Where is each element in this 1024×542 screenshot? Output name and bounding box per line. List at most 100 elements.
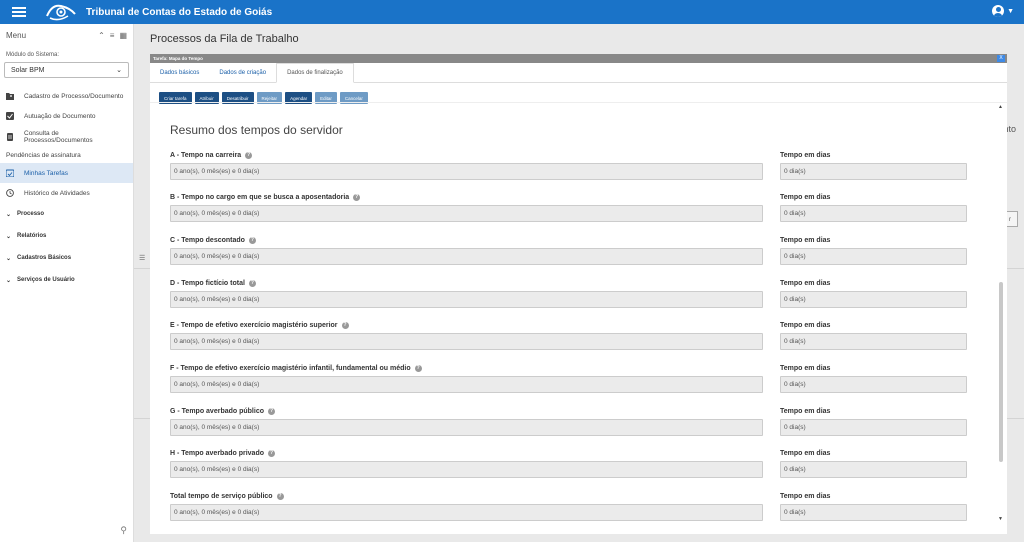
tab-dados-criacao[interactable]: Dados de criação — [209, 63, 276, 82]
field-row-total: Total tempo de serviço público? 0 ano(s)… — [170, 493, 970, 533]
sidebar-item-minhas-tarefas[interactable]: Minhas Tarefas — [0, 163, 133, 183]
scroll-down-icon[interactable]: ▼ — [998, 516, 1003, 522]
sidebar-group-processo[interactable]: ⌄ Processo — [0, 203, 133, 225]
time-field[interactable]: 0 ano(s), 0 mês(es) e 0 dia(s) — [170, 248, 763, 265]
days-label: Tempo em dias — [780, 152, 831, 159]
days-field[interactable]: 0 dia(s) — [780, 504, 967, 521]
time-field[interactable]: 0 ano(s), 0 mês(es) e 0 dia(s) — [170, 291, 763, 308]
chevron-down-icon: ⌄ — [6, 255, 12, 262]
help-icon[interactable]: ? — [248, 280, 256, 287]
sidebar: Menu ⌃ ≡ ▦ Módulo do Sistema: Solar BPM … — [0, 24, 134, 542]
scrollbar-thumb[interactable] — [999, 282, 1003, 462]
help-icon[interactable]: ? — [268, 450, 275, 457]
help-icon[interactable]: ? — [245, 152, 253, 159]
sidebar-item-label: Histórico de Atividades — [24, 189, 90, 197]
days-label: Tempo em dias — [780, 408, 831, 415]
list-icon[interactable]: ☰ — [139, 254, 145, 262]
modal-titlebar: Tarefa: Mapa do Tempo — [150, 54, 1007, 63]
time-field[interactable]: 0 ano(s), 0 mês(es) e 0 dia(s) — [170, 333, 763, 350]
module-select-value: Solar BPM — [11, 66, 45, 74]
days-label: Tempo em dias — [780, 450, 831, 457]
sidebar-item-label: Autuação de Documento — [24, 112, 96, 120]
help-icon[interactable]: ? — [268, 408, 275, 415]
sidebar-group-cadastros-basicos[interactable]: ⌄ Cadastros Básicos — [0, 247, 133, 269]
help-icon[interactable]: ? — [414, 365, 422, 372]
help-icon[interactable]: ? — [248, 237, 256, 244]
days-field[interactable]: 0 dia(s) — [780, 376, 967, 393]
sidebar-item-historico[interactable]: Histórico de Atividades — [0, 183, 133, 203]
modal-title: Tarefa: Mapa do Tempo — [153, 56, 203, 61]
help-icon[interactable]: ? — [353, 194, 361, 201]
days-field[interactable]: 0 dia(s) — [780, 291, 967, 308]
field-label: G - Tempo averbado público — [170, 408, 264, 415]
days-field[interactable]: 0 dia(s) — [780, 248, 967, 265]
time-field[interactable]: 0 ano(s), 0 mês(es) e 0 dia(s) — [170, 504, 763, 521]
days-field[interactable]: 0 dia(s) — [780, 205, 967, 222]
sidebar-group-relatorios[interactable]: ⌄ Relatórios — [0, 225, 133, 247]
field-row-d: D - Tempo fictício total? 0 ano(s), 0 mê… — [170, 280, 970, 320]
days-label: Tempo em dias — [780, 493, 831, 500]
field-label: C - Tempo descontado — [170, 237, 245, 244]
sidebar-item-cadastro[interactable]: Cadastro de Processo/Documento — [0, 86, 133, 106]
modal-content: Resumo dos tempos do servidor A - Tempo … — [150, 102, 1007, 522]
days-field[interactable]: 0 dia(s) — [780, 163, 967, 180]
field-row-g: G - Tempo averbado público? 0 ano(s), 0 … — [170, 408, 970, 448]
sidebar-group-servicos-usuario[interactable]: ⌄ Serviços de Usuário — [0, 269, 133, 291]
close-button[interactable]: X — [997, 55, 1005, 62]
vertical-scrollbar[interactable]: ▲ ▼ — [997, 102, 1005, 524]
scroll-up-icon[interactable]: ▲ — [998, 104, 1003, 110]
field-label: A - Tempo na carreira — [170, 152, 242, 159]
field-row-a: A - Tempo na carreira? 0 ano(s), 0 mês(e… — [170, 152, 970, 192]
hamburger-menu-icon[interactable] — [12, 7, 26, 17]
folder-add-icon — [6, 93, 14, 100]
sidebar-header: Menu ⌃ ≡ ▦ — [0, 24, 133, 46]
days-label: Tempo em dias — [780, 237, 831, 244]
field-label: B - Tempo no cargo em que se busca a apo… — [170, 194, 350, 201]
clock-icon — [6, 189, 14, 197]
keyboard-icon[interactable]: ▦ — [119, 31, 127, 40]
sidebar-item-label: Consulta de Processos/Documentos — [24, 130, 93, 144]
tab-dados-basicos[interactable]: Dados básicos — [150, 63, 209, 82]
module-select[interactable]: Solar BPM ⌄ — [4, 62, 129, 78]
module-label: Módulo do Sistema: — [6, 52, 60, 58]
days-field[interactable]: 0 dia(s) — [780, 419, 967, 436]
time-field[interactable]: 0 ano(s), 0 mês(es) e 0 dia(s) — [170, 163, 763, 180]
field-label: Total tempo de serviço público — [170, 493, 273, 500]
time-field[interactable]: 0 ano(s), 0 mês(es) e 0 dia(s) — [170, 376, 763, 393]
sidebar-group-label: Processo — [17, 211, 45, 217]
sidebar-item-consulta[interactable]: Consulta de Processos/Documentos — [0, 126, 133, 148]
time-field[interactable]: 0 ano(s), 0 mês(es) e 0 dia(s) — [170, 205, 763, 222]
days-label: Tempo em dias — [780, 194, 831, 201]
sidebar-item-autuacao[interactable]: Autuação de Documento — [0, 106, 133, 126]
days-label: Tempo em dias — [780, 322, 831, 329]
section-title: Resumo dos tempos do servidor — [170, 123, 343, 137]
chevron-down-icon[interactable]: ▼ — [1007, 8, 1014, 15]
field-label: E - Tempo de efetivo exercício magistéri… — [170, 322, 338, 329]
menu-label: Menu — [6, 30, 27, 40]
field-row-c: C - Tempo descontado? 0 ano(s), 0 mês(es… — [170, 237, 970, 277]
tab-dados-finalizacao[interactable]: Dados de finalização — [276, 63, 354, 83]
user-avatar-icon[interactable] — [992, 5, 1005, 17]
app-title: Tribunal de Contas do Estado de Goiás — [86, 6, 273, 18]
checkbox-icon — [6, 112, 14, 120]
search-icon[interactable]: ⚲ — [120, 525, 127, 536]
task-modal: Tarefa: Mapa do Tempo X Dados básicos Da… — [150, 54, 1007, 534]
page-title: Processos da Fila de Trabalho — [150, 33, 299, 45]
help-icon[interactable]: ? — [276, 493, 284, 500]
filter-list-icon[interactable]: ≡ — [110, 31, 115, 40]
sidebar-group-label: Serviços de Usuário — [17, 277, 75, 283]
chevron-down-icon: ⌄ — [6, 211, 12, 218]
user-menu[interactable]: ▼ — [992, 5, 1014, 17]
pending-signatures-section[interactable]: Pendências de assinatura — [0, 148, 133, 163]
help-icon[interactable]: ? — [341, 322, 349, 329]
time-field[interactable]: 0 ano(s), 0 mês(es) e 0 dia(s) — [170, 419, 763, 436]
days-field[interactable]: 0 dia(s) — [780, 461, 967, 478]
chevron-up-icon[interactable]: ⌃ — [98, 31, 105, 40]
sidebar-group-label: Relatórios — [17, 233, 47, 239]
days-label: Tempo em dias — [780, 280, 831, 287]
days-field[interactable]: 0 dia(s) — [780, 333, 967, 350]
field-row-f: F - Tempo de efetivo exercício magistéri… — [170, 365, 970, 405]
time-field[interactable]: 0 ano(s), 0 mês(es) e 0 dia(s) — [170, 461, 763, 478]
field-row-e: E - Tempo de efetivo exercício magistéri… — [170, 322, 970, 362]
field-label: F - Tempo de efetivo exercício magistéri… — [170, 365, 411, 372]
